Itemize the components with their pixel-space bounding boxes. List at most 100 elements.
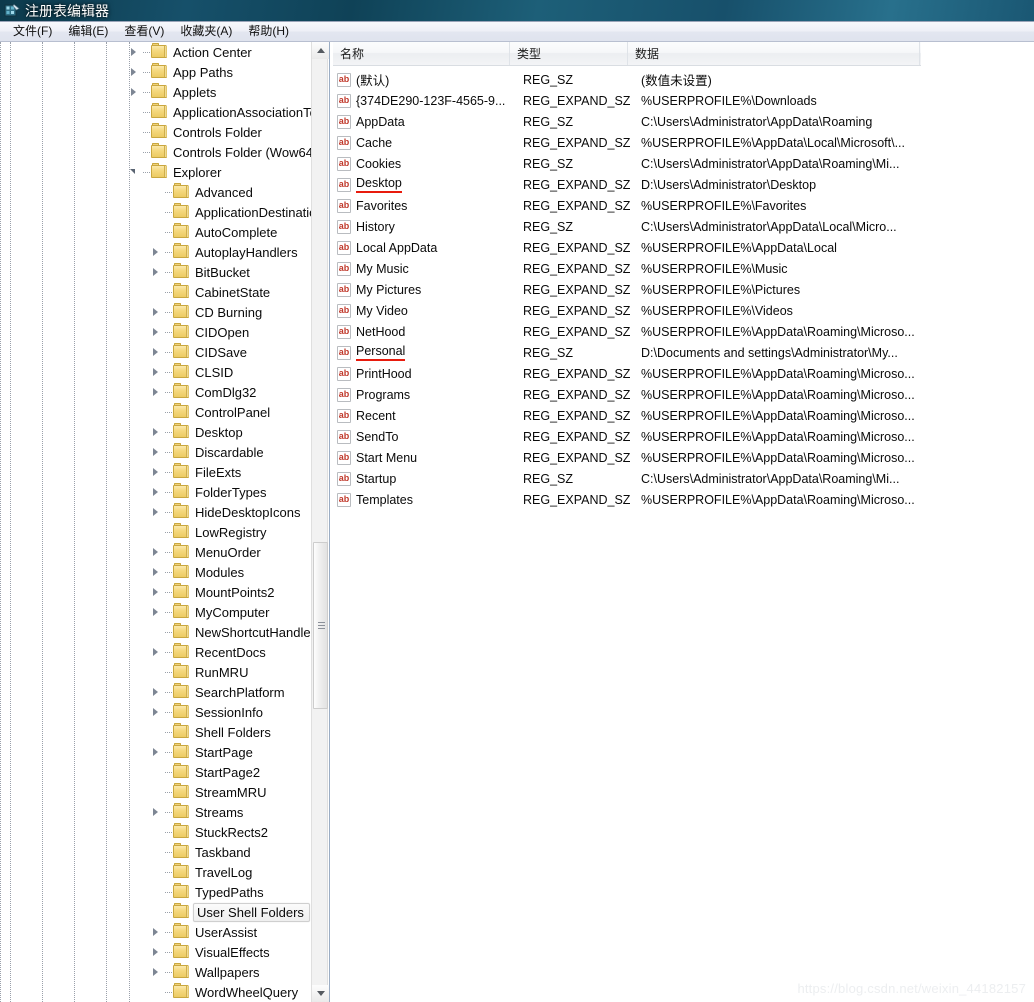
- registry-value-row[interactable]: AppData REG_SZ C:\Users\Administrator\AppD…: [333, 111, 1034, 132]
- registry-tree-pane[interactable]: Action Center App Paths Applets Application…: [0, 42, 333, 1002]
- tree-item[interactable]: WordWheelQuery: [0, 982, 311, 1002]
- registry-value-row[interactable]: Favorites REG_EXPAND_SZ %USERPROFILE%\Favo…: [333, 195, 1034, 216]
- tree-item[interactable]: FolderTypes: [0, 482, 311, 502]
- tree-item[interactable]: CIDSave: [0, 342, 311, 362]
- tree-item[interactable]: RunMRU: [0, 662, 311, 682]
- registry-value-row[interactable]: SendTo REG_EXPAND_SZ %USERPROFILE%\AppData…: [333, 426, 1034, 447]
- expand-triangle-icon[interactable]: [149, 442, 165, 462]
- tree-item[interactable]: App Paths: [0, 62, 311, 82]
- tree-item[interactable]: SearchPlatform: [0, 682, 311, 702]
- expand-triangle-icon[interactable]: [149, 642, 165, 662]
- tree-item[interactable]: NewShortcutHandlers: [0, 622, 311, 642]
- column-header-type[interactable]: 类型: [510, 42, 628, 65]
- tree-item[interactable]: StuckRects2: [0, 822, 311, 842]
- tree-item[interactable]: Modules: [0, 562, 311, 582]
- tree-item[interactable]: Action Center: [0, 42, 311, 62]
- tree-item[interactable]: BitBucket: [0, 262, 311, 282]
- column-header-data[interactable]: 数据: [628, 42, 920, 65]
- expand-triangle-icon[interactable]: [149, 942, 165, 962]
- menu-favorites[interactable]: 收藏夹(A): [173, 22, 241, 41]
- tree-item[interactable]: CabinetState: [0, 282, 311, 302]
- tree-item[interactable]: UserAssist: [0, 922, 311, 942]
- scroll-down-arrow-icon[interactable]: [312, 985, 329, 1002]
- tree-item[interactable]: Advanced: [0, 182, 311, 202]
- tree-item[interactable]: LowRegistry: [0, 522, 311, 542]
- tree-item[interactable]: MountPoints2: [0, 582, 311, 602]
- tree-item[interactable]: ApplicationDestinations: [0, 202, 311, 222]
- tree-vertical-scrollbar[interactable]: [311, 42, 329, 1002]
- expand-triangle-icon[interactable]: [149, 362, 165, 382]
- expand-triangle-icon[interactable]: [149, 462, 165, 482]
- menu-edit[interactable]: 编辑(E): [61, 22, 117, 41]
- expand-triangle-icon[interactable]: [149, 582, 165, 602]
- expand-triangle-icon[interactable]: [127, 62, 143, 82]
- tree-item[interactable]: CD Burning: [0, 302, 311, 322]
- registry-value-row[interactable]: NetHood REG_EXPAND_SZ %USERPROFILE%\AppDat…: [333, 321, 1034, 342]
- expand-triangle-icon[interactable]: [149, 542, 165, 562]
- expand-triangle-icon[interactable]: [149, 802, 165, 822]
- registry-value-row[interactable]: Templates REG_EXPAND_SZ %USERPROFILE%\AppD…: [333, 489, 1034, 510]
- registry-value-row[interactable]: My Music REG_EXPAND_SZ %USERPROFILE%\Music: [333, 258, 1034, 279]
- tree-item[interactable]: Explorer: [0, 162, 311, 182]
- tree-item[interactable]: Desktop: [0, 422, 311, 442]
- expand-triangle-icon[interactable]: [149, 922, 165, 942]
- tree-item[interactable]: AutoplayHandlers: [0, 242, 311, 262]
- tree-item[interactable]: TravelLog: [0, 862, 311, 882]
- tree-item[interactable]: Shell Folders: [0, 722, 311, 742]
- registry-value-row[interactable]: My Pictures REG_EXPAND_SZ %USERPROFILE%\Pi…: [333, 279, 1034, 300]
- menu-view[interactable]: 查看(V): [117, 22, 173, 41]
- registry-value-row[interactable]: Start Menu REG_EXPAND_SZ %USERPROFILE%\App…: [333, 447, 1034, 468]
- registry-value-row[interactable]: PrintHood REG_EXPAND_SZ %USERPROFILE%\AppD…: [333, 363, 1034, 384]
- expand-triangle-icon[interactable]: [149, 342, 165, 362]
- tree-item[interactable]: Controls Folder: [0, 122, 311, 142]
- expand-triangle-icon[interactable]: [127, 42, 143, 62]
- tree-item[interactable]: RecentDocs: [0, 642, 311, 662]
- registry-value-row[interactable]: Local AppData REG_EXPAND_SZ %USERPROFILE%\…: [333, 237, 1034, 258]
- registry-value-row[interactable]: Cache REG_EXPAND_SZ %USERPROFILE%\AppData\…: [333, 132, 1034, 153]
- expand-triangle-icon[interactable]: [149, 322, 165, 342]
- tree-item[interactable]: Discardable: [0, 442, 311, 462]
- registry-value-row[interactable]: Desktop REG_EXPAND_SZ D:\Users\Administrat…: [333, 174, 1034, 195]
- registry-value-row[interactable]: Recent REG_EXPAND_SZ %USERPROFILE%\AppData…: [333, 405, 1034, 426]
- menu-file[interactable]: 文件(F): [6, 22, 61, 41]
- registry-values-pane[interactable]: 名称 类型 数据 (默认) REG_SZ (数值未设置) {374DE290-123F…: [333, 42, 1034, 1002]
- expand-triangle-icon[interactable]: [127, 82, 143, 102]
- expand-triangle-icon[interactable]: [149, 742, 165, 762]
- tree-item[interactable]: StreamMRU: [0, 782, 311, 802]
- tree-scrollbar-thumb[interactable]: [313, 542, 328, 709]
- expand-triangle-icon[interactable]: [149, 962, 165, 982]
- column-header-name[interactable]: 名称: [333, 42, 510, 65]
- tree-item[interactable]: FileExts: [0, 462, 311, 482]
- tree-item[interactable]: StartPage: [0, 742, 311, 762]
- tree-item[interactable]: StartPage2: [0, 762, 311, 782]
- registry-value-row[interactable]: (默认) REG_SZ (数值未设置): [333, 69, 1034, 90]
- tree-item[interactable]: ComDlg32: [0, 382, 311, 402]
- expand-triangle-icon[interactable]: [149, 562, 165, 582]
- expand-triangle-icon[interactable]: [149, 382, 165, 402]
- scroll-up-arrow-icon[interactable]: [312, 42, 329, 59]
- registry-value-row[interactable]: Cookies REG_SZ C:\Users\Administrator\AppD…: [333, 153, 1034, 174]
- tree-item[interactable]: Wallpapers: [0, 962, 311, 982]
- expand-triangle-icon[interactable]: [149, 242, 165, 262]
- tree-item-selected[interactable]: User Shell Folders: [0, 902, 311, 922]
- registry-value-row[interactable]: Programs REG_EXPAND_SZ %USERPROFILE%\AppDa…: [333, 384, 1034, 405]
- registry-value-row[interactable]: {374DE290-123F-4565-9... REG_EXPAND_SZ %US…: [333, 90, 1034, 111]
- tree-item[interactable]: ControlPanel: [0, 402, 311, 422]
- expand-triangle-icon[interactable]: [149, 302, 165, 322]
- tree-item[interactable]: MenuOrder: [0, 542, 311, 562]
- collapse-triangle-icon[interactable]: [127, 162, 143, 182]
- tree-item[interactable]: AutoComplete: [0, 222, 311, 242]
- expand-triangle-icon[interactable]: [149, 682, 165, 702]
- tree-item[interactable]: CLSID: [0, 362, 311, 382]
- tree-item[interactable]: ApplicationAssociationToa: [0, 102, 311, 122]
- expand-triangle-icon[interactable]: [149, 422, 165, 442]
- registry-value-row[interactable]: Personal REG_SZ D:\Documents and settings\…: [333, 342, 1034, 363]
- expand-triangle-icon[interactable]: [149, 262, 165, 282]
- expand-triangle-icon[interactable]: [149, 602, 165, 622]
- tree-item[interactable]: HideDesktopIcons: [0, 502, 311, 522]
- pane-splitter[interactable]: [329, 42, 330, 1002]
- registry-value-row[interactable]: My Video REG_EXPAND_SZ %USERPROFILE%\Video…: [333, 300, 1034, 321]
- tree-item[interactable]: Streams: [0, 802, 311, 822]
- registry-value-row[interactable]: Startup REG_SZ C:\Users\Administrator\AppD…: [333, 468, 1034, 489]
- tree-item[interactable]: CIDOpen: [0, 322, 311, 342]
